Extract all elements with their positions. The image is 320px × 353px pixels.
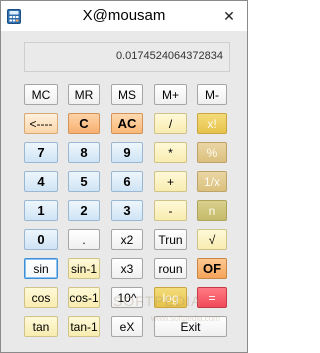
digit-8-button[interactable]: 8 xyxy=(68,142,100,163)
backspace-button[interactable]: <---- xyxy=(24,113,58,134)
sin-button[interactable]: sin xyxy=(24,258,58,279)
n-button[interactable]: n xyxy=(197,200,227,221)
digit-3-button[interactable]: 3 xyxy=(111,200,143,221)
arccos-button[interactable]: cos-1 xyxy=(68,287,100,308)
exponential-button[interactable]: eX xyxy=(111,316,143,337)
digit-0-button[interactable]: 0 xyxy=(24,229,58,250)
clear-button[interactable]: C xyxy=(68,113,100,134)
m-plus-button[interactable]: M+ xyxy=(154,84,187,105)
digit-7-button[interactable]: 7 xyxy=(24,142,58,163)
m-minus-button[interactable]: M- xyxy=(197,84,227,105)
digit-1-button[interactable]: 1 xyxy=(24,200,58,221)
percent-button[interactable]: % xyxy=(197,142,227,163)
minus-button[interactable]: - xyxy=(154,200,187,221)
result-display: 0.0174524064372834 xyxy=(24,42,230,72)
round-button[interactable]: roun xyxy=(154,258,187,279)
digit-6-button[interactable]: 6 xyxy=(111,171,143,192)
tan-button[interactable]: tan xyxy=(24,316,58,337)
square-root-button[interactable]: √ xyxy=(197,229,227,250)
mr-button[interactable]: MR xyxy=(68,84,100,105)
close-button[interactable]: ✕ xyxy=(219,7,239,25)
cube-button[interactable]: x3 xyxy=(111,258,143,279)
all-clear-button[interactable]: AC xyxy=(111,113,143,134)
display-value: 0.0174524064372834 xyxy=(115,50,223,62)
arctan-button[interactable]: tan-1 xyxy=(68,316,100,337)
decimal-point-button[interactable]: . xyxy=(68,229,100,250)
mc-button[interactable]: MC xyxy=(24,84,58,105)
of-button[interactable]: OF xyxy=(197,258,227,279)
cos-button[interactable]: cos xyxy=(24,287,58,308)
digit-2-button[interactable]: 2 xyxy=(68,200,100,221)
log-button[interactable]: log xyxy=(154,287,187,308)
factorial-button[interactable]: x! xyxy=(197,113,227,134)
digit-5-button[interactable]: 5 xyxy=(68,171,100,192)
arcsin-button[interactable]: sin-1 xyxy=(68,258,100,279)
power-of-ten-button[interactable]: 10^ xyxy=(111,287,143,308)
multiply-button[interactable]: * xyxy=(154,142,187,163)
reciprocal-button[interactable]: 1/x xyxy=(197,171,227,192)
exit-button[interactable]: Exit xyxy=(154,316,227,337)
plus-button[interactable]: + xyxy=(154,171,187,192)
truncate-button[interactable]: Trun xyxy=(154,229,187,250)
digit-9-button[interactable]: 9 xyxy=(111,142,143,163)
window-title: X@mousam xyxy=(82,7,166,24)
title-bar: X@mousam ✕ xyxy=(1,1,247,31)
digit-4-button[interactable]: 4 xyxy=(24,171,58,192)
calculator-window: X@mousam ✕ 0.0174524064372834 MC MR MS M… xyxy=(0,0,248,353)
square-button[interactable]: x2 xyxy=(111,229,143,250)
divide-button[interactable]: / xyxy=(154,113,187,134)
equals-button[interactable]: = xyxy=(197,287,227,308)
ms-button[interactable]: MS xyxy=(111,84,143,105)
